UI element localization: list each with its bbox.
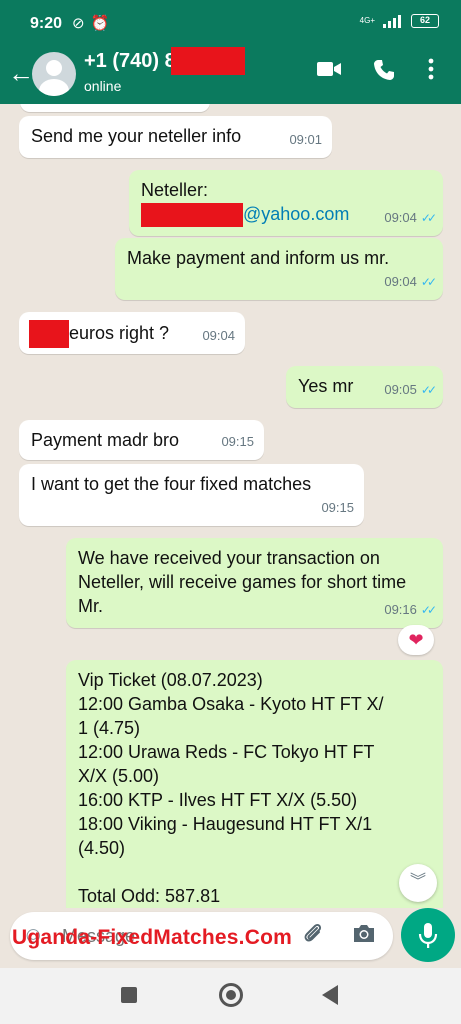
notification-icons: ⊘⏰ xyxy=(72,15,116,32)
message-text: Make payment and inform us mr. xyxy=(127,248,390,268)
message-text: We have received your transaction on Net… xyxy=(78,548,407,616)
battery-icon: 62 xyxy=(411,14,439,28)
redaction-box xyxy=(171,47,245,75)
ticket-line: 18:00 Viking - Haugesund HT FT X/1 xyxy=(78,814,373,834)
message-time: 09:15 xyxy=(321,500,354,515)
ticket-line: X/X (5.00) xyxy=(78,766,160,786)
ticket-line: 12:00 Gamba Osaka - Kyoto HT FT X/ xyxy=(78,694,384,714)
attach-icon[interactable] xyxy=(302,922,324,952)
read-receipt-icon: ✓✓ xyxy=(420,383,437,397)
contact-status: online xyxy=(84,78,122,94)
network-type: 4G+ xyxy=(359,16,375,25)
chat-header: ← +1 (740) 8 55 online xyxy=(0,44,461,104)
message-text[interactable]: @yahoo.com xyxy=(243,204,349,224)
watermark: Uganda-FixedMatches.Com xyxy=(12,926,292,949)
ticket-line: 12:00 Urawa Reds - FC Tokyo HT FT xyxy=(78,742,375,762)
message-time: 09:04 xyxy=(202,328,235,343)
message-bubble[interactable]: Yes mr 09:05 ✓✓ xyxy=(286,366,443,408)
back-arrow-icon[interactable]: ← xyxy=(8,58,34,89)
message-time: 09:04 xyxy=(384,210,417,225)
redaction-box xyxy=(141,203,243,228)
video-call-icon[interactable] xyxy=(316,58,342,86)
scroll-down-icon[interactable]: ︾ xyxy=(399,864,437,902)
message-text: Neteller: xyxy=(141,180,209,200)
ticket-line: Vip Ticket (08.07.2023) xyxy=(78,670,263,690)
message-bubble[interactable]: Neteller: @yahoo.com 09:04 ✓✓ xyxy=(129,170,443,236)
status-bar: 9:20 ⊘⏰ 4G+ 62 xyxy=(0,0,461,44)
message-time: 09:01 xyxy=(289,132,322,147)
home-icon[interactable] xyxy=(219,983,243,1007)
camera-icon[interactable] xyxy=(352,922,376,950)
message-text: euros right ? xyxy=(69,322,170,343)
message-bubble[interactable]: Vip Ticket (08.07.2023) 12:00 Gamba Osak… xyxy=(66,660,443,908)
system-nav-bar xyxy=(0,968,461,1024)
status-right: 4G+ 62 xyxy=(360,14,439,28)
read-receipt-icon: ✓✓ xyxy=(420,275,437,289)
ticket-line xyxy=(78,860,431,884)
message-time: 09:04 xyxy=(384,274,417,289)
ticket-line: 16:00 KTP - Ilves HT FT X/X (5.50) xyxy=(78,790,358,810)
microphone-icon[interactable] xyxy=(401,908,455,962)
message-bubble[interactable]: Payment madr bro 09:15 xyxy=(19,420,264,460)
partial-message xyxy=(20,104,210,112)
chat-area[interactable]: Send me your neteller info 09:01 Netelle… xyxy=(0,104,461,908)
message-bubble[interactable]: Send me your neteller info 09:01 xyxy=(19,116,332,158)
message-bubble[interactable]: We have received your transaction on Net… xyxy=(66,538,443,628)
message-bubble[interactable]: Make payment and inform us mr. 09:04 ✓✓ xyxy=(115,238,443,300)
status-time: 9:20 xyxy=(30,15,63,32)
message-bubble[interactable]: euros right ? 09:04 xyxy=(19,312,245,354)
message-text: Payment madr bro xyxy=(31,430,180,450)
message-bubble[interactable]: I want to get the four fixed matches 09:… xyxy=(19,464,364,526)
ticket-line: (4.50) xyxy=(78,838,126,858)
message-text: I want to get the four fixed matches xyxy=(31,474,312,494)
signal-icon xyxy=(383,14,403,28)
read-receipt-icon: ✓✓ xyxy=(420,603,437,617)
message-time: 09:05 xyxy=(384,382,417,397)
more-options-icon[interactable] xyxy=(428,58,434,86)
ticket-line: Total Odd: 587.81 xyxy=(78,886,221,906)
avatar[interactable] xyxy=(32,52,76,96)
message-text: Send me your neteller info xyxy=(31,126,242,146)
back-icon[interactable] xyxy=(322,985,338,1005)
ticket-line: 1 (4.75) xyxy=(78,718,141,738)
message-time: 09:16 xyxy=(384,602,417,617)
read-receipt-icon: ✓✓ xyxy=(420,211,437,225)
message-text: Yes mr xyxy=(298,376,354,396)
message-time: 09:15 xyxy=(221,434,254,449)
phone-call-icon[interactable] xyxy=(372,58,396,88)
redaction-box xyxy=(29,320,69,348)
heart-reaction-icon[interactable]: ❤ xyxy=(398,625,434,655)
recent-apps-icon[interactable] xyxy=(121,987,137,1003)
